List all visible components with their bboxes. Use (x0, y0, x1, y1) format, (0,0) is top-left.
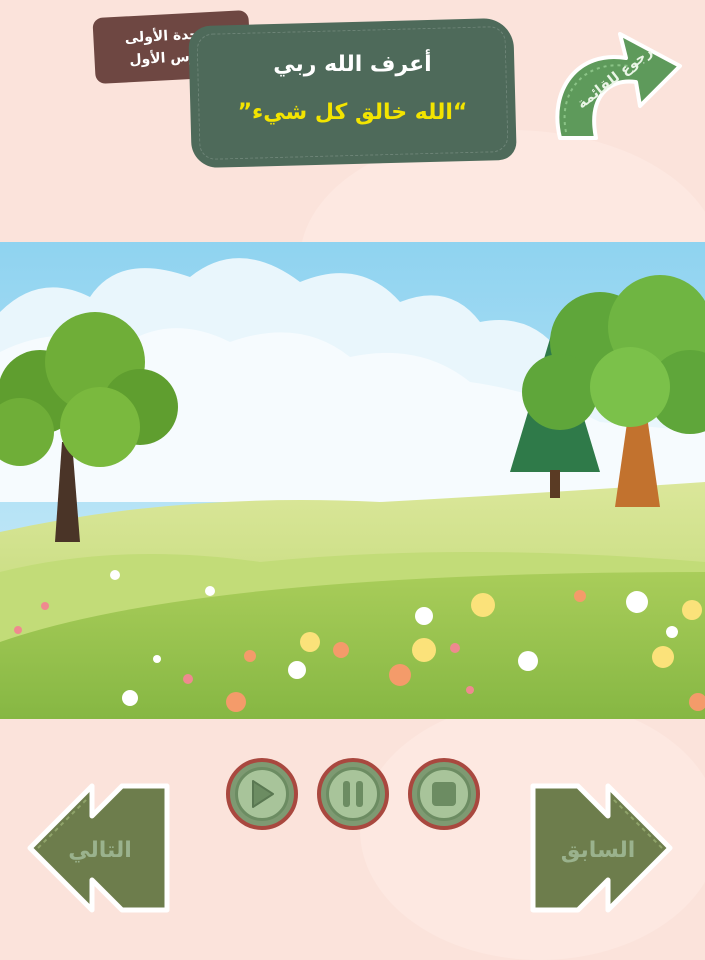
next-label: التالي (68, 838, 132, 863)
title-board (188, 17, 517, 169)
stop-icon (432, 782, 456, 806)
meadow-scene (0, 242, 705, 719)
lesson-title: أعرف الله ربي (273, 52, 432, 77)
previous-label: السابق (560, 838, 636, 863)
stop-button[interactable] (408, 758, 480, 830)
pause-button[interactable] (317, 758, 389, 830)
play-button[interactable] (226, 758, 298, 830)
play-icon (252, 780, 274, 808)
lesson-subtitle: “الله خالق كل شيء” (237, 100, 468, 125)
pause-icon (343, 781, 363, 807)
